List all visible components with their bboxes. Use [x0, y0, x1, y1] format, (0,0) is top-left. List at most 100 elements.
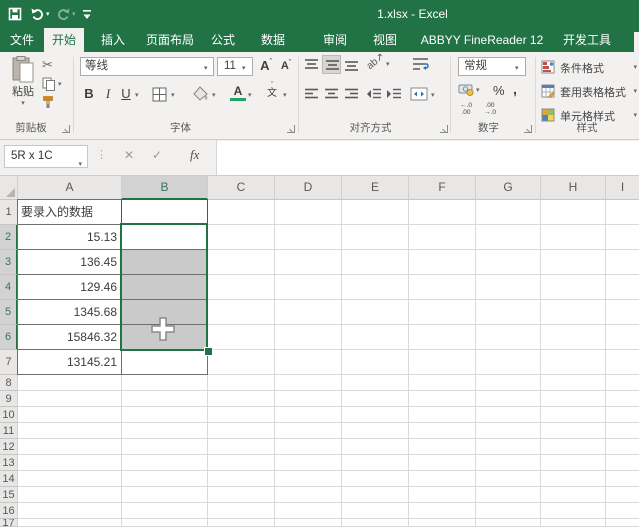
- cell-D1[interactable]: [275, 200, 342, 225]
- increase-indent-icon[interactable]: [386, 88, 402, 100]
- row-header-5[interactable]: 5: [0, 300, 18, 325]
- cell-E12[interactable]: [342, 439, 409, 455]
- column-header-F[interactable]: F: [409, 176, 476, 200]
- cell-A15[interactable]: [18, 487, 122, 503]
- cell-G4[interactable]: [476, 275, 541, 300]
- cell-A13[interactable]: [18, 455, 122, 471]
- fill-color-icon[interactable]: [192, 86, 210, 102]
- cell-B1[interactable]: [122, 200, 208, 225]
- italic-button[interactable]: I: [100, 86, 116, 102]
- row-header-3[interactable]: 3: [0, 250, 18, 275]
- cell-D10[interactable]: [275, 407, 342, 423]
- name-box-dropdown-icon[interactable]: ▾: [78, 154, 82, 175]
- formula-bar-resize-handle[interactable]: ⋮: [96, 148, 107, 161]
- cell-E5[interactable]: [342, 300, 409, 325]
- row-header-11[interactable]: 11: [0, 423, 18, 439]
- cell-A17[interactable]: [18, 519, 122, 527]
- enter-icon[interactable]: ✓: [152, 148, 162, 162]
- cell-H5[interactable]: [541, 300, 606, 325]
- cell-F2[interactable]: [409, 225, 476, 250]
- cell-C6[interactable]: [208, 325, 275, 350]
- column-header-D[interactable]: D: [275, 176, 342, 200]
- cell-D3[interactable]: [275, 250, 342, 275]
- underline-dropdown-icon[interactable]: ▾: [135, 91, 139, 99]
- bold-button[interactable]: B: [80, 86, 98, 101]
- cell-A3[interactable]: 136.45: [18, 250, 122, 275]
- cell-H8[interactable]: [541, 375, 606, 391]
- merge-center-dropdown-icon[interactable]: ▾: [431, 91, 435, 99]
- column-header-B[interactable]: B: [122, 176, 208, 200]
- cell-C7[interactable]: [208, 350, 275, 375]
- merge-center-icon[interactable]: [410, 87, 428, 101]
- cell-F17[interactable]: [409, 519, 476, 527]
- name-box[interactable]: 5R x 1C ▾: [4, 145, 88, 168]
- cell-A16[interactable]: [18, 503, 122, 519]
- row-header-8[interactable]: 8: [0, 375, 18, 391]
- column-header-G[interactable]: G: [476, 176, 541, 200]
- cell-H12[interactable]: [541, 439, 606, 455]
- cell-E1[interactable]: [342, 200, 409, 225]
- row-header-1[interactable]: 1: [0, 200, 18, 225]
- cell-A12[interactable]: [18, 439, 122, 455]
- cell-A10[interactable]: [18, 407, 122, 423]
- column-header-A[interactable]: A: [18, 176, 122, 200]
- redo-icon[interactable]: [56, 7, 71, 20]
- cell-C15[interactable]: [208, 487, 275, 503]
- row-header-17[interactable]: 17: [0, 519, 18, 527]
- cell-C8[interactable]: [208, 375, 275, 391]
- cell-A5[interactable]: 1345.68: [18, 300, 122, 325]
- column-header-C[interactable]: C: [208, 176, 275, 200]
- align-center-icon[interactable]: [324, 88, 339, 100]
- cell-C11[interactable]: [208, 423, 275, 439]
- cell-F15[interactable]: [409, 487, 476, 503]
- increase-font-size-button[interactable]: Aˆ: [257, 58, 275, 73]
- cell-B3[interactable]: [122, 250, 208, 275]
- cell-D14[interactable]: [275, 471, 342, 487]
- cell-F12[interactable]: [409, 439, 476, 455]
- decrease-decimal-icon[interactable]: .00 →.0: [480, 103, 500, 116]
- cut-icon[interactable]: ✂: [42, 57, 53, 73]
- cell-H1[interactable]: [541, 200, 606, 225]
- cell-H17[interactable]: [541, 519, 606, 527]
- cell-B2[interactable]: [122, 225, 208, 250]
- column-header-H[interactable]: H: [541, 176, 606, 200]
- tab-data[interactable]: 数据: [252, 28, 294, 52]
- cell-G5[interactable]: [476, 300, 541, 325]
- cell-I17[interactable]: [606, 519, 639, 527]
- cell-H6[interactable]: [541, 325, 606, 350]
- cell-F13[interactable]: [409, 455, 476, 471]
- cell-G3[interactable]: [476, 250, 541, 275]
- cell-D7[interactable]: [275, 350, 342, 375]
- alignment-dialog-launcher[interactable]: [440, 125, 448, 133]
- cell-B9[interactable]: [122, 391, 208, 407]
- format-painter-icon[interactable]: [42, 95, 56, 109]
- cell-G17[interactable]: [476, 519, 541, 527]
- cell-G16[interactable]: [476, 503, 541, 519]
- fill-color-dropdown-icon[interactable]: ▾: [212, 91, 216, 99]
- orientation-icon[interactable]: ab↗: [365, 51, 387, 72]
- cell-G8[interactable]: [476, 375, 541, 391]
- cell-F10[interactable]: [409, 407, 476, 423]
- redo-dropdown-icon[interactable]: ▾: [72, 10, 76, 18]
- cell-C2[interactable]: [208, 225, 275, 250]
- cell-H16[interactable]: [541, 503, 606, 519]
- cell-H15[interactable]: [541, 487, 606, 503]
- font-dialog-launcher[interactable]: [287, 125, 295, 133]
- cell-E4[interactable]: [342, 275, 409, 300]
- number-format-dropdown-icon[interactable]: ▾: [515, 60, 519, 77]
- cell-G6[interactable]: [476, 325, 541, 350]
- top-align-icon[interactable]: [304, 58, 319, 71]
- borders-icon[interactable]: [152, 87, 167, 102]
- cell-B16[interactable]: [122, 503, 208, 519]
- middle-align-button[interactable]: [322, 55, 341, 74]
- cell-F11[interactable]: [409, 423, 476, 439]
- font-name-combobox[interactable]: 等线 ▾: [80, 57, 214, 76]
- cell-D15[interactable]: [275, 487, 342, 503]
- accounting-dropdown-icon[interactable]: ▾: [476, 86, 480, 94]
- cell-G12[interactable]: [476, 439, 541, 455]
- cell-D11[interactable]: [275, 423, 342, 439]
- cell-E8[interactable]: [342, 375, 409, 391]
- cell-E15[interactable]: [342, 487, 409, 503]
- tab-developer[interactable]: 开发工具: [556, 28, 618, 52]
- phonetic-dropdown-icon[interactable]: ▾: [283, 91, 287, 99]
